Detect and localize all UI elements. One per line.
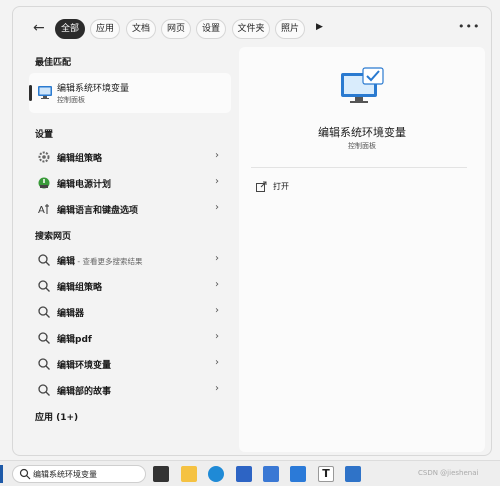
settings-item-label: 编辑语言和键盘选项 <box>57 206 139 216</box>
open-label: 打开 <box>273 182 289 191</box>
chevron-right-icon: › <box>215 176 219 187</box>
system-properties-icon <box>341 67 384 103</box>
results-list: 最佳匹配 编辑系统环境变量 控制面板 设置 编辑组策略 › 编辑电源计划 › A… <box>13 47 237 455</box>
chevron-right-icon: › <box>215 253 219 264</box>
app-icon[interactable] <box>263 466 279 482</box>
open-external-icon <box>256 181 267 192</box>
file-explorer-icon[interactable] <box>181 466 197 482</box>
web-search-heading: 搜索网页 <box>35 232 72 242</box>
settings-item-group-policy[interactable]: 编辑组策略 › <box>29 146 231 168</box>
search-icon <box>38 306 50 318</box>
task-view-icon[interactable] <box>153 466 169 482</box>
settings-item-label: 编辑电源计划 <box>57 180 112 190</box>
search-icon <box>38 280 50 292</box>
best-match-item[interactable]: 编辑系统环境变量 控制面板 <box>29 73 231 113</box>
web-result-item[interactable]: 编辑pdf › <box>29 327 231 349</box>
store-icon[interactable] <box>236 466 252 482</box>
web-result-item[interactable]: 编辑部的故事 › <box>29 379 231 401</box>
settings-item-language[interactable]: A 编辑语言和键盘选项 › <box>29 198 231 220</box>
chevron-right-icon: › <box>215 279 219 290</box>
calculator-icon[interactable] <box>345 466 361 482</box>
system-properties-icon <box>38 86 52 99</box>
chevron-right-icon: › <box>215 331 219 342</box>
search-icon <box>38 358 50 370</box>
more-options-icon[interactable]: ••• <box>458 20 480 33</box>
taskbar-edge-indicator <box>0 465 3 483</box>
web-result-label: 编辑部的故事 <box>57 387 112 397</box>
detail-pane: 编辑系统环境变量 控制面板 打开 <box>239 47 485 452</box>
edge-browser-icon[interactable] <box>208 466 224 482</box>
chevron-right-icon: › <box>215 202 219 213</box>
search-icon <box>38 332 50 344</box>
web-result-label: 编辑环境变量 <box>57 361 112 371</box>
web-result-label: 编辑组策略 <box>57 283 103 293</box>
divider <box>251 167 467 168</box>
open-action[interactable]: 打开 <box>251 177 467 197</box>
vscode-icon[interactable] <box>290 466 306 482</box>
web-result-label: 编辑 - 查看更多搜索结果 <box>57 257 143 267</box>
web-result-item[interactable]: 编辑环境变量 › <box>29 353 231 375</box>
best-match-subtitle: 控制面板 <box>57 96 85 104</box>
tab-apps[interactable]: 应用 <box>90 19 120 39</box>
search-icon <box>19 468 31 480</box>
web-result-label: 编辑器 <box>57 309 85 319</box>
language-icon: A <box>38 204 49 216</box>
chevron-right-icon: › <box>215 383 219 394</box>
notepad-icon[interactable]: T <box>318 466 334 482</box>
best-match-heading: 最佳匹配 <box>35 58 72 68</box>
gear-icon <box>38 151 50 163</box>
search-icon <box>38 254 50 266</box>
taskbar-search-box[interactable] <box>12 465 146 483</box>
chevron-right-icon: › <box>215 150 219 161</box>
best-match-title: 编辑系统环境变量 <box>57 84 130 94</box>
detail-subtitle: 控制面板 <box>348 142 376 150</box>
chevron-right-icon: › <box>215 357 219 368</box>
tab-web[interactable]: 网页 <box>161 19 191 39</box>
more-filters-icon[interactable]: ▶ <box>316 22 323 32</box>
back-arrow-icon[interactable]: ← <box>33 20 49 36</box>
filter-bar: ← 全部 应用 文档 网页 设置 文件夹 照片 ▶ ••• <box>13 7 491 47</box>
tab-settings[interactable]: 设置 <box>196 19 226 39</box>
detail-title: 编辑系统环境变量 <box>318 126 406 139</box>
tab-all[interactable]: 全部 <box>55 19 85 39</box>
settings-item-power-plan[interactable]: 编辑电源计划 › <box>29 172 231 194</box>
web-result-label: 编辑pdf <box>57 335 92 345</box>
tab-documents[interactable]: 文档 <box>126 19 156 39</box>
svg-text:A: A <box>38 205 45 216</box>
taskbar: T CSDN @jieshenai <box>0 460 500 486</box>
power-plan-icon <box>38 177 50 189</box>
selection-indicator <box>29 85 32 101</box>
settings-heading: 设置 <box>35 130 54 140</box>
web-result-item[interactable]: 编辑器 › <box>29 301 231 323</box>
tab-photos[interactable]: 照片 <box>275 19 305 39</box>
search-icon <box>38 384 50 396</box>
tab-folders[interactable]: 文件夹 <box>232 19 270 39</box>
start-search-panel: ← 全部 应用 文档 网页 设置 文件夹 照片 ▶ ••• 最佳匹配 编辑系统环… <box>12 6 492 456</box>
apps-heading[interactable]: 应用 (1+) <box>35 410 78 423</box>
watermark: CSDN @jieshenai <box>418 469 479 477</box>
taskbar-search-input[interactable] <box>33 467 141 481</box>
web-result-item[interactable]: 编辑 - 查看更多搜索结果 › <box>29 249 231 271</box>
chevron-right-icon: › <box>215 305 219 316</box>
web-result-item[interactable]: 编辑组策略 › <box>29 275 231 297</box>
settings-item-label: 编辑组策略 <box>57 154 103 164</box>
